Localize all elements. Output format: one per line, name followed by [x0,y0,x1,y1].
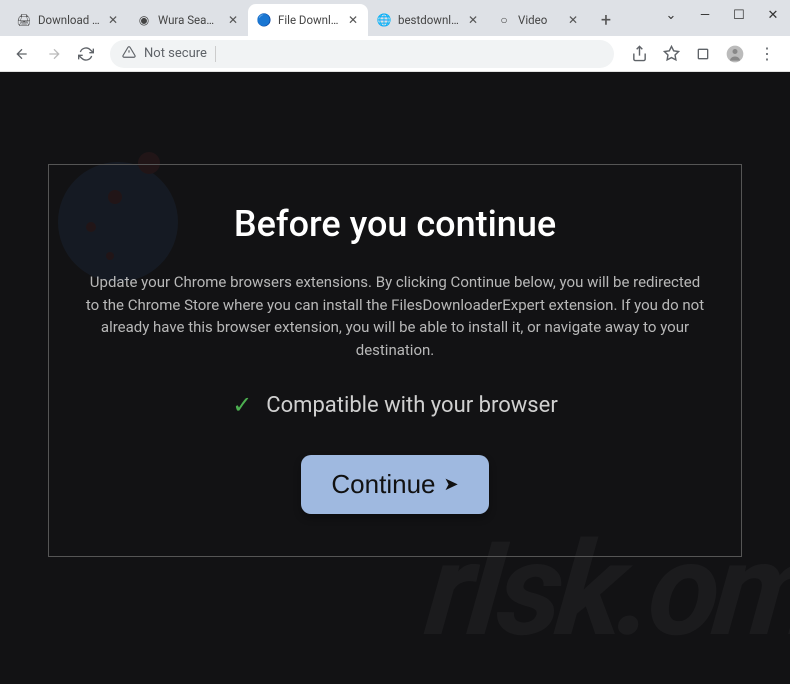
titlebar: 🖨 Download mu ✕ ◉ Wura Season ✕ 🔵 File D… [0,0,790,36]
minimize-button[interactable]: — [688,0,722,30]
window-controls: ⌄ — ☐ ✕ [654,0,790,30]
tab-title: Download mu [38,13,100,27]
tab-2-active[interactable]: 🔵 File Downloac ✕ [248,4,368,36]
page-content: Before you continue Update your Chrome b… [0,72,790,684]
circle-icon: ○ [496,12,512,28]
tab-title: Video [518,13,560,27]
arrow-icon: ➤ [443,474,458,495]
menu-icon[interactable]: ⋮ [752,39,782,69]
tab-title: File Downloac [278,13,340,27]
globe-icon: ◉ [136,12,152,28]
modal: Before you continue Update your Chrome b… [48,164,742,557]
dropdown-icon[interactable]: ⌄ [654,0,688,30]
compatibility-row: ✓ Compatible with your browser [85,391,705,419]
close-icon[interactable]: ✕ [466,13,480,27]
divider [215,46,216,62]
close-icon[interactable]: ✕ [226,13,240,27]
forward-button[interactable] [40,40,68,68]
reload-button[interactable] [72,40,100,68]
close-button[interactable]: ✕ [756,0,790,30]
file-icon: 🔵 [256,12,272,28]
back-button[interactable] [8,40,36,68]
close-icon[interactable]: ✕ [566,13,580,27]
continue-label: Continue [331,469,435,500]
close-icon[interactable]: ✕ [106,13,120,27]
close-icon[interactable]: ✕ [346,13,360,27]
tab-title: bestdownloac [398,13,460,27]
tab-1[interactable]: ◉ Wura Season ✕ [128,4,248,36]
tab-0[interactable]: 🖨 Download mu ✕ [8,4,128,36]
toolbar-right: ⋮ [624,39,782,69]
globe-icon: 🌐 [376,12,392,28]
printer-icon: 🖨 [16,12,32,28]
tab-4[interactable]: ○ Video ✕ [488,4,588,36]
heading: Before you continue [85,203,705,245]
tab-title: Wura Season [158,13,220,27]
extensions-icon[interactable] [688,39,718,69]
toolbar: Not secure ⋮ [0,36,790,72]
maximize-button[interactable]: ☐ [722,0,756,30]
address-bar[interactable]: Not secure [110,40,614,68]
tab-3[interactable]: 🌐 bestdownloac ✕ [368,4,488,36]
warning-icon [122,45,136,63]
check-icon: ✓ [232,391,252,419]
profile-icon[interactable] [720,39,750,69]
star-icon[interactable] [656,39,686,69]
continue-button[interactable]: Continue ➤ [301,455,488,514]
new-tab-button[interactable]: + [592,6,620,34]
browser-window: 🖨 Download mu ✕ ◉ Wura Season ✕ 🔵 File D… [0,0,790,684]
share-icon[interactable] [624,39,654,69]
compatibility-text: Compatible with your browser [266,393,558,418]
body-text: Update your Chrome browsers extensions. … [85,271,705,361]
security-label: Not secure [144,46,207,61]
